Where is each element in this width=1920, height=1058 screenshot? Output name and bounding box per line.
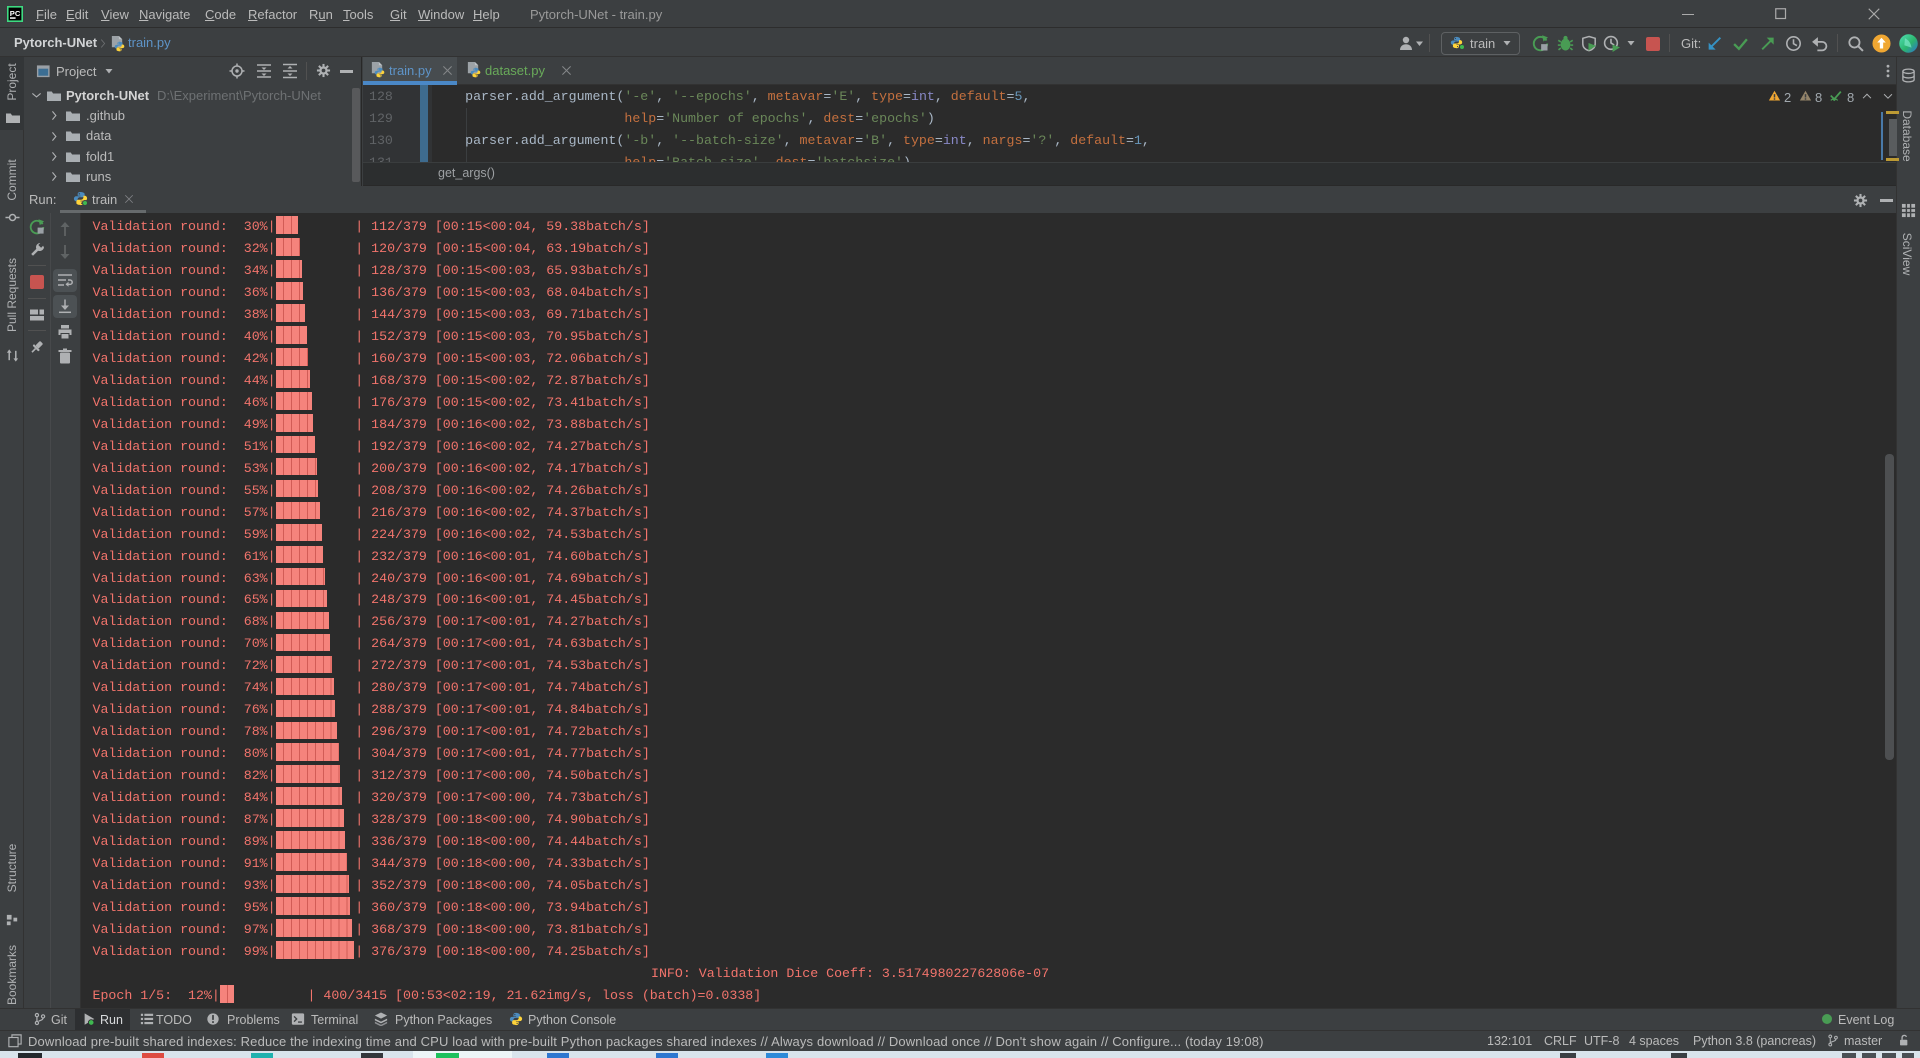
svg-text:PC: PC [10, 9, 21, 18]
